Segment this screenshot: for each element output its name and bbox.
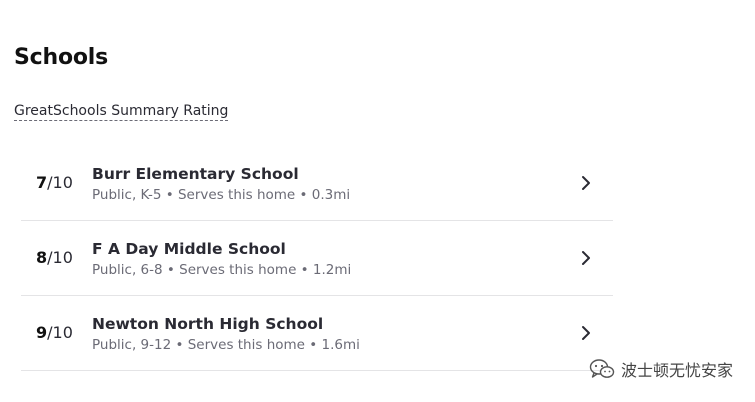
wechat-icon [589,359,615,378]
section-title: Schools [14,45,109,70]
rating-score: 8 [36,248,48,267]
school-name: F A Day Middle School [92,240,286,258]
chevron-right-icon[interactable] [577,174,595,192]
school-details: Public, K-5 • Serves this home • 0.3mi [92,187,351,203]
school-name: Burr Elementary School [92,165,299,183]
rating-score: 7 [36,173,48,192]
watermark: 波士顿无忧安家 [589,357,733,381]
school-name: Newton North High School [92,315,324,333]
rating-scale: /10 [47,323,73,342]
rating-scale: /10 [47,248,73,267]
school-details: Public, 9-12 • Serves this home • 1.6mi [92,337,360,353]
school-row-burr-elementary[interactable]: 7/10 Burr Elementary School Public, K-5 … [21,146,613,221]
chevron-right-icon[interactable] [577,324,595,342]
school-row-fa-day-middle[interactable]: 8/10 F A Day Middle School Public, 6-8 •… [21,221,613,296]
school-details: Public, 6-8 • Serves this home • 1.2mi [92,262,352,278]
school-rating: 7/10 [36,173,73,193]
school-rating: 8/10 [36,248,73,268]
rating-score: 9 [36,323,48,342]
school-list: 7/10 Burr Elementary School Public, K-5 … [21,146,613,371]
watermark-text: 波士顿无忧安家 [620,361,733,380]
school-row-newton-north-high[interactable]: 9/10 Newton North High School Public, 9-… [21,296,613,371]
rating-scale: /10 [47,173,73,192]
chevron-right-icon[interactable] [577,249,595,267]
school-rating: 9/10 [36,323,73,343]
greatschools-summary-rating-link[interactable]: GreatSchools Summary Rating [14,103,229,121]
